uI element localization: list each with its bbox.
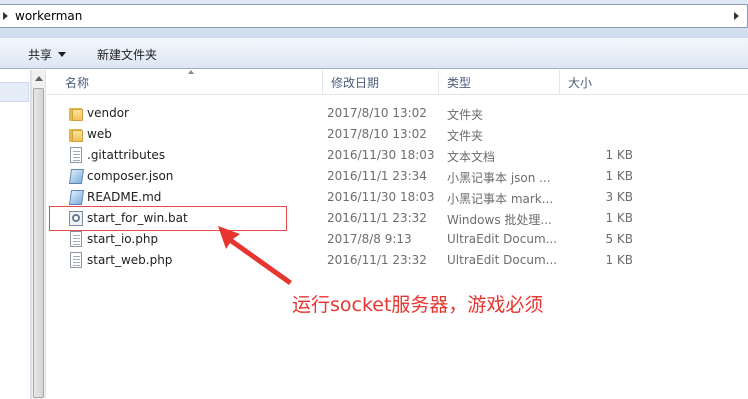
arrow-icon xyxy=(218,226,292,285)
annotation-arrow xyxy=(218,226,292,285)
annotation-text: 运行socket服务器，游戏必须 xyxy=(292,294,544,316)
